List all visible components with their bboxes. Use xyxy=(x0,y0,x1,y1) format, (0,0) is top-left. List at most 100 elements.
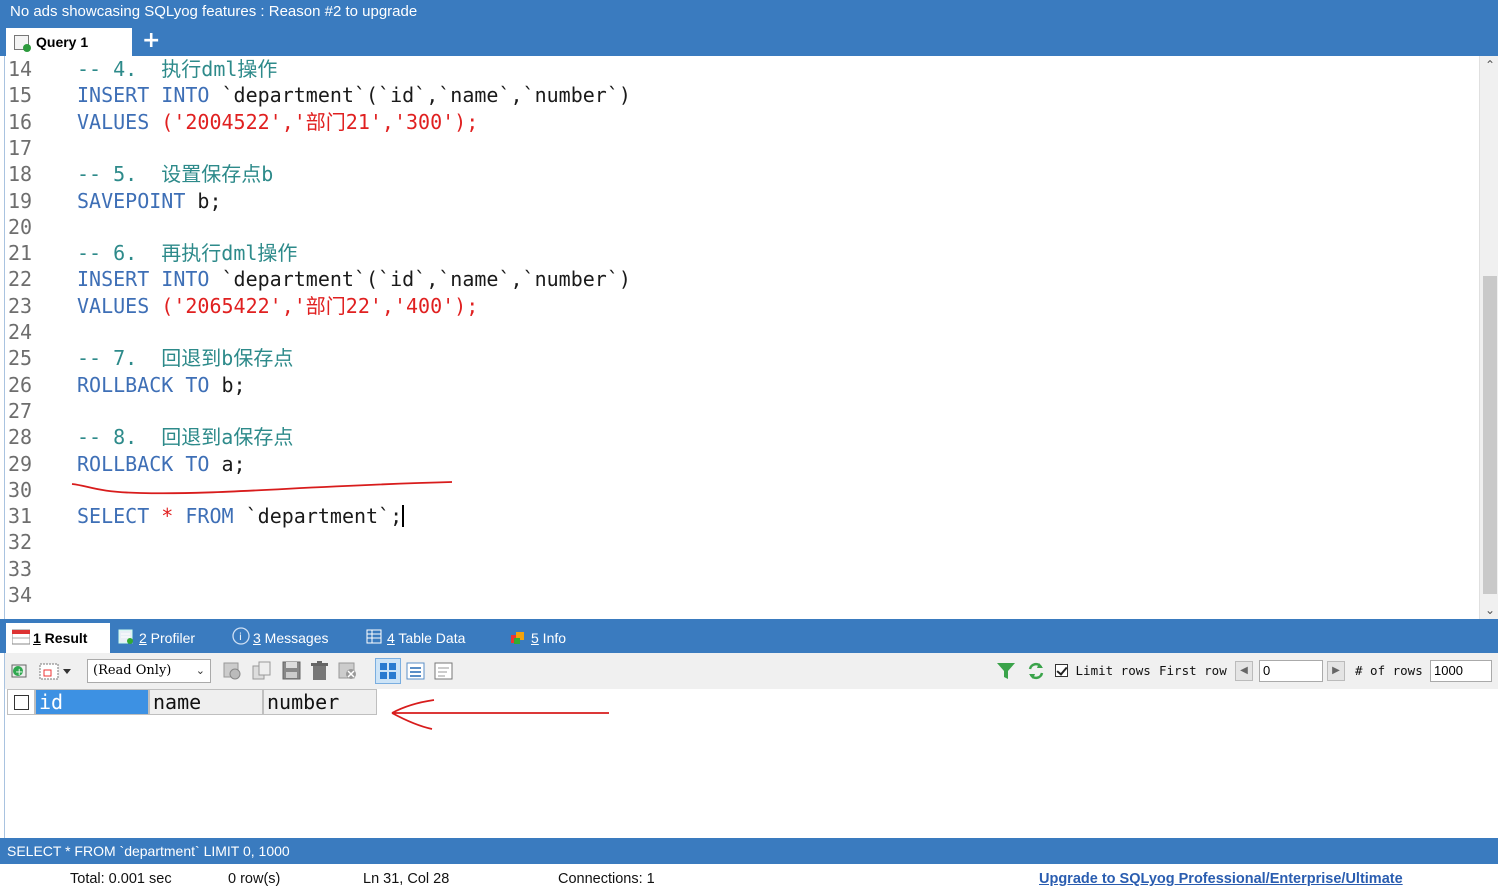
code-token: -- 5. 设置保存点b xyxy=(77,162,274,187)
line-code: VALUES ('2065422','部门22','400'); xyxy=(77,293,478,319)
tab-query-1-label: Query 1 xyxy=(36,34,89,50)
tab-table-data-label: Table Data xyxy=(394,630,466,646)
rows-count-input[interactable]: 1000 xyxy=(1430,660,1492,682)
status-bar: Total: 0.001 sec 0 row(s) Ln 31, Col 28 … xyxy=(0,864,1498,894)
save-icon[interactable] xyxy=(281,660,303,682)
line-number: 14 xyxy=(8,57,33,81)
tab-profiler-label: Profiler xyxy=(146,630,196,646)
duplicate-row-icon[interactable] xyxy=(251,660,273,682)
code-token: -- 7. 回退到b保存点 xyxy=(77,346,294,371)
add-row-icon[interactable]: + xyxy=(9,660,31,682)
upgrade-link[interactable]: Upgrade to SQLyog Professional/Enterpris… xyxy=(1039,864,1403,894)
result-mode-select[interactable]: (Read Only) ⌄ xyxy=(87,659,211,683)
line-number: 18 xyxy=(8,162,33,187)
tab-query-1[interactable]: Query 1 xyxy=(6,28,132,56)
tab-profiler[interactable]: 2 Profiler xyxy=(118,623,195,653)
code-token: -- 8. 回退到a保存点 xyxy=(77,425,294,450)
result-grid[interactable]: id name number xyxy=(4,689,1498,838)
first-row-label: First row xyxy=(1159,663,1227,678)
code-token: INSERT INTO xyxy=(77,267,222,292)
line-number: 30 xyxy=(8,477,33,502)
grid-view-icon[interactable] xyxy=(375,658,401,684)
line-number: 17 xyxy=(8,135,33,160)
table-icon xyxy=(366,625,382,644)
tab-messages[interactable]: i3 Messages xyxy=(232,623,329,653)
editor-vertical-scrollbar[interactable]: ⌃ ⌄ xyxy=(1479,56,1498,619)
svg-text:i: i xyxy=(239,632,242,643)
tab-result-number: 1 xyxy=(33,630,41,646)
tab-result[interactable]: 1 Result xyxy=(6,623,110,653)
text-cursor xyxy=(402,505,405,528)
line-number: 26 xyxy=(8,372,33,397)
filter-icon[interactable] xyxy=(995,660,1017,682)
tab-info[interactable]: 5 Info xyxy=(510,623,566,653)
select-all-checkbox[interactable] xyxy=(7,689,35,715)
next-page-icon[interactable]: ▶ xyxy=(1327,661,1345,681)
info-circle-icon: i xyxy=(232,625,250,645)
ad-banner[interactable]: No ads showcasing SQLyog features : Reas… xyxy=(0,0,1498,26)
line-code: INSERT INTO `department`(`id`,`name`,`nu… xyxy=(77,82,631,108)
line-number: 33 xyxy=(8,556,33,581)
text-view-icon[interactable] xyxy=(433,660,455,682)
line-number: 24 xyxy=(8,320,33,344)
code-token: ROLLBACK TO xyxy=(77,451,222,476)
scroll-down-icon[interactable]: ⌄ xyxy=(1480,603,1498,617)
export-dropdown-icon[interactable] xyxy=(39,660,73,682)
line-code: SELECT * FROM `department`; xyxy=(77,503,405,529)
code-token: ('2004522','部门21','300'); xyxy=(161,109,479,134)
scrollbar-thumb[interactable] xyxy=(1483,276,1497,594)
row-count: 0 row(s) xyxy=(228,871,281,887)
save-changes-icon[interactable] xyxy=(221,660,243,682)
tab-table-data[interactable]: 4 Table Data xyxy=(366,623,465,653)
result-grid-icon xyxy=(11,625,31,645)
sqlyog-window: No ads showcasing SQLyog features : Reas… xyxy=(0,0,1498,894)
tab-info-label: Info xyxy=(538,630,567,646)
code-token: b; xyxy=(197,188,222,213)
column-header-name[interactable]: name xyxy=(149,689,263,715)
line-code: -- 7. 回退到b保存点 xyxy=(77,345,293,371)
code-token: ('2065422','部门22','400'); xyxy=(161,293,479,318)
discard-changes-icon[interactable] xyxy=(337,660,359,682)
line-number: 25 xyxy=(8,346,33,371)
line-number: 20 xyxy=(8,214,33,239)
info-box-icon xyxy=(510,625,526,644)
limit-rows-toggle[interactable]: Limit rows xyxy=(1055,660,1151,682)
line-code: INSERT INTO `department`(`id`,`name`,`nu… xyxy=(77,266,631,292)
column-header-number[interactable]: number xyxy=(263,689,377,715)
line-number: 28 xyxy=(8,425,33,450)
line-code: -- 8. 回退到a保存点 xyxy=(77,424,293,450)
sql-editor[interactable]: 14 -- 4. 执行dml操作 15 INSERT INTO `department… xyxy=(4,56,1498,619)
column-header-id[interactable]: id xyxy=(35,689,149,715)
code-token: * xyxy=(161,504,186,529)
limit-rows-checkbox[interactable] xyxy=(1055,664,1068,677)
code-token: VALUES xyxy=(77,293,162,318)
refresh-icon[interactable] xyxy=(1025,660,1047,682)
form-view-icon[interactable] xyxy=(405,660,427,682)
tab-table-data-number: 4 xyxy=(387,630,395,646)
result-mode-value: (Read Only) xyxy=(93,663,172,678)
line-number: 31 xyxy=(8,504,33,529)
code-token: -- 4. 执行dml操作 xyxy=(77,57,278,81)
code-token: `department`; xyxy=(245,504,403,529)
limit-rows-label: Limit rows xyxy=(1075,663,1151,678)
line-number: 34 xyxy=(8,583,33,607)
cursor-position: Ln 31, Col 28 xyxy=(363,871,450,887)
tab-result-label: Result xyxy=(40,630,88,646)
line-code: -- 4. 执行dml操作 xyxy=(77,56,277,82)
line-code: ROLLBACK TO a; xyxy=(77,451,246,477)
code-token: a; xyxy=(221,451,246,476)
new-query-tab-button[interactable]: + xyxy=(142,26,160,56)
profiler-icon xyxy=(118,625,134,644)
delete-icon[interactable] xyxy=(309,660,331,682)
executed-query-status: SELECT * FROM `department` LIMIT 0, 1000 xyxy=(0,838,1498,864)
result-tab-bar: 1 Result 2 Profiler i3 Messages 4 Table … xyxy=(0,619,1498,653)
query-tab-icon xyxy=(14,35,31,52)
code-token: SELECT xyxy=(77,504,162,529)
first-row-input[interactable]: 0 xyxy=(1259,660,1323,682)
scroll-up-icon[interactable]: ⌃ xyxy=(1480,58,1498,72)
tab-messages-number: 3 xyxy=(253,630,261,646)
query-tab-bar: Query 1 + xyxy=(0,26,1498,56)
rows-count-label: # of rows xyxy=(1355,663,1423,678)
chevron-down-icon: ⌄ xyxy=(195,664,205,677)
previous-page-icon[interactable]: ◀ xyxy=(1235,661,1253,681)
